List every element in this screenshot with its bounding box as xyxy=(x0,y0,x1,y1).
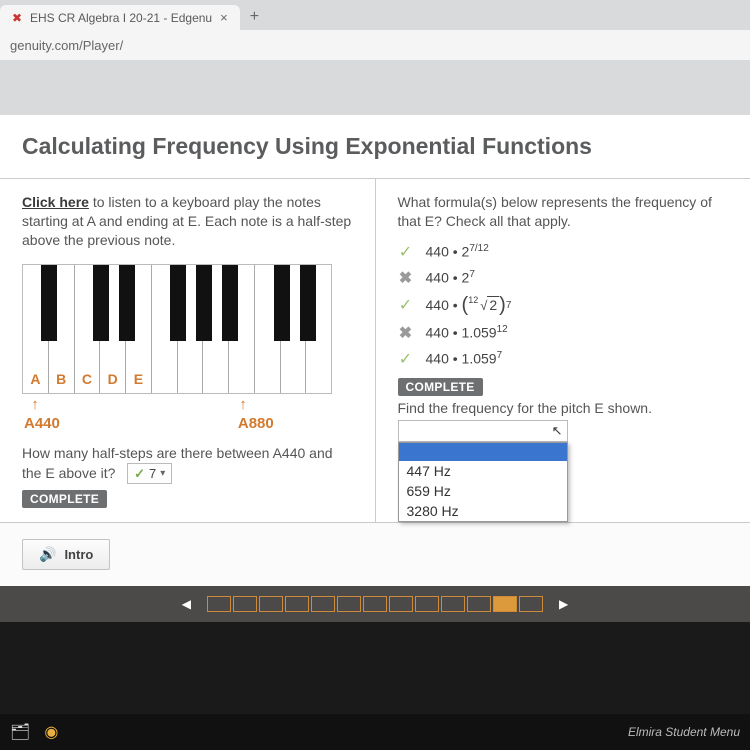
progress-cell[interactable] xyxy=(311,596,335,612)
progress-cell[interactable] xyxy=(259,596,283,612)
listen-link[interactable]: Click here xyxy=(22,194,89,210)
file-explorer-icon[interactable]: 🗂 xyxy=(10,722,30,742)
option-5: ✓ 440 • 1.0597 xyxy=(398,346,729,372)
piano-widget: A B C D E xyxy=(22,264,353,432)
formula-options: ✓ 440 • 27/12 ✖ 440 • 27 ✓ 440 • ( √2 )7 xyxy=(398,239,729,372)
check-icon: ✓ xyxy=(134,465,145,483)
black-key xyxy=(93,265,109,342)
student-menu[interactable]: Elmira Student Menu xyxy=(628,725,740,739)
piano: A B C D E xyxy=(22,264,332,394)
lesson-panel: Calculating Frequency Using Exponential … xyxy=(0,115,750,622)
note-c: C xyxy=(82,371,92,387)
url-text: genuity.com/Player/ xyxy=(10,38,123,53)
os-taskbar: 🗂 ◉ Elmira Student Menu xyxy=(0,714,750,750)
question-halfsteps: How many half-steps are there between A4… xyxy=(22,444,353,484)
lesson-footer: 🔊 Intro xyxy=(0,522,750,586)
header-gap xyxy=(0,60,750,115)
note-d: D xyxy=(108,371,118,387)
right-column: What formula(s) below represents the fre… xyxy=(376,179,750,522)
progress-cell[interactable] xyxy=(415,596,439,612)
left-column: Click here to listen to a keyboard play … xyxy=(0,179,376,522)
progress-cell[interactable] xyxy=(337,596,361,612)
progress-bar: ◀ ▶ xyxy=(0,586,750,622)
black-key xyxy=(222,265,238,342)
progress-cell[interactable] xyxy=(389,596,413,612)
tab-title: EHS CR Algebra I 20-21 - Edgenu xyxy=(30,11,212,25)
check-icon: ✓ xyxy=(398,295,414,315)
x-icon: ✖ xyxy=(398,323,414,343)
label-a440: A440 xyxy=(24,415,60,432)
progress-cell[interactable] xyxy=(207,596,231,612)
lesson-title-bar: Calculating Frequency Using Exponential … xyxy=(0,115,750,178)
dropdown-option[interactable]: 3280 Hz xyxy=(399,501,567,521)
black-key xyxy=(196,265,212,342)
black-key xyxy=(170,265,186,342)
option-3: ✓ 440 • ( √2 )7 xyxy=(398,291,729,320)
check-icon: ✓ xyxy=(398,349,414,369)
arrow-up-icon: ↑ xyxy=(230,396,256,413)
find-frequency-prompt: Find the frequency for the pitch E shown… xyxy=(398,400,729,416)
chevron-down-icon: ▾ xyxy=(160,467,165,481)
progress-cell[interactable] xyxy=(285,596,309,612)
black-key xyxy=(119,265,135,342)
intro-text: Click here to listen to a keyboard play … xyxy=(22,193,353,250)
prev-arrow-icon[interactable]: ◀ xyxy=(172,597,201,611)
cursor-icon: ↖ xyxy=(552,423,563,439)
tab-strip: ✖ EHS CR Algebra I 20-21 - Edgenu × + xyxy=(0,0,750,30)
note-e: E xyxy=(134,371,143,387)
frequency-dropdown[interactable]: ↖ 447 Hz 659 Hz 3280 Hz xyxy=(398,420,568,442)
option-2: ✖ 440 • 27 xyxy=(398,265,729,291)
halfsteps-answer-select[interactable]: ✓ 7 ▾ xyxy=(127,463,172,485)
progress-cells xyxy=(207,596,543,612)
progress-cell[interactable] xyxy=(233,596,257,612)
progress-cell[interactable] xyxy=(363,596,387,612)
address-bar[interactable]: genuity.com/Player/ xyxy=(0,30,750,60)
chrome-icon[interactable]: ◉ xyxy=(44,722,58,742)
x-icon: ✖ xyxy=(398,268,414,288)
close-icon[interactable]: × xyxy=(218,10,230,25)
dropdown-option[interactable]: 447 Hz xyxy=(399,461,567,481)
intro-label: Intro xyxy=(64,547,93,562)
new-tab-button[interactable]: + xyxy=(240,4,269,30)
label-a880: A880 xyxy=(238,415,274,432)
complete-badge: COMPLETE xyxy=(398,378,483,396)
check-icon: ✓ xyxy=(398,242,414,262)
browser-tab[interactable]: ✖ EHS CR Algebra I 20-21 - Edgenu × xyxy=(0,5,240,30)
dropdown-list: 447 Hz 659 Hz 3280 Hz xyxy=(398,442,568,522)
progress-cell-active[interactable] xyxy=(493,596,517,612)
next-arrow-icon[interactable]: ▶ xyxy=(549,597,578,611)
black-key xyxy=(41,265,57,342)
note-a: A xyxy=(30,371,40,387)
arrow-up-icon: ↑ xyxy=(22,396,48,413)
black-key xyxy=(274,265,290,342)
progress-cell[interactable] xyxy=(467,596,491,612)
option-4: ✖ 440 • 1.05912 xyxy=(398,320,729,346)
black-key xyxy=(300,265,316,342)
progress-cell[interactable] xyxy=(441,596,465,612)
browser-chrome: ✖ EHS CR Algebra I 20-21 - Edgenu × + ge… xyxy=(0,0,750,60)
content-columns: Click here to listen to a keyboard play … xyxy=(0,178,750,522)
note-b: B xyxy=(56,371,66,387)
formula-prompt: What formula(s) below represents the fre… xyxy=(398,193,729,231)
frequency-labels: ↑ ↑ xyxy=(22,396,332,413)
option-1: ✓ 440 • 27/12 xyxy=(398,239,729,265)
progress-cell[interactable] xyxy=(519,596,543,612)
dropdown-selected-blank[interactable] xyxy=(399,443,567,461)
page-title: Calculating Frequency Using Exponential … xyxy=(22,133,728,160)
dropdown-trigger[interactable]: ↖ xyxy=(398,420,568,442)
intro-button[interactable]: 🔊 Intro xyxy=(22,539,110,570)
halfsteps-value: 7 xyxy=(149,465,156,483)
complete-badge: COMPLETE xyxy=(22,490,107,508)
tab-favicon: ✖ xyxy=(10,11,24,25)
dropdown-option[interactable]: 659 Hz xyxy=(399,481,567,501)
sound-icon: 🔊 xyxy=(39,546,56,563)
